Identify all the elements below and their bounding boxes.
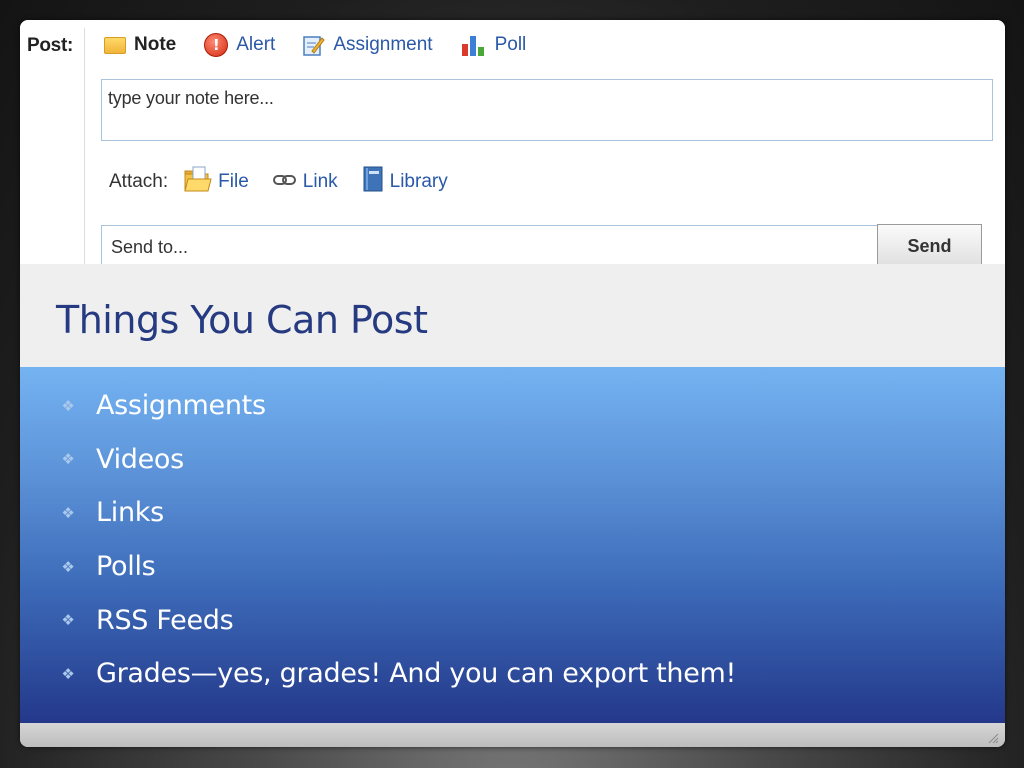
post-composer-screenshot: Post: Note ! Alert Assignment Poll type … <box>20 20 1005 264</box>
resize-grip-icon[interactable] <box>987 731 999 744</box>
bullet-icon: ❖ <box>61 450 75 469</box>
send-to-input[interactable]: Send to... <box>101 225 878 264</box>
tab-alert-label: Alert <box>236 34 276 55</box>
slide: Post: Note ! Alert Assignment Poll type … <box>20 20 1005 747</box>
bullet-icon: ❖ <box>61 664 75 683</box>
assignment-icon <box>303 34 325 56</box>
tab-assignment-label: Assignment <box>333 34 433 55</box>
alert-icon: ! <box>204 33 229 57</box>
slide-footer <box>20 723 1005 747</box>
list-item-text: Grades—yes, grades! And you can export t… <box>96 658 737 690</box>
chain-link-icon <box>272 171 297 193</box>
note-icon <box>104 36 126 54</box>
attach-library-label: Library <box>389 171 448 192</box>
list-item-text: Videos <box>96 443 184 475</box>
list-item-text: RSS Feeds <box>96 604 234 636</box>
attach-link[interactable]: Link <box>272 171 338 193</box>
bullet-icon: ❖ <box>61 503 75 522</box>
tab-assignment[interactable]: Assignment <box>303 34 433 56</box>
bullet-icon: ❖ <box>61 611 75 630</box>
poll-icon <box>461 34 487 56</box>
list-item: ❖ Videos <box>58 433 736 487</box>
list-item-text: Polls <box>96 551 156 583</box>
attach-link-label: Link <box>302 171 338 192</box>
divider <box>84 28 85 264</box>
bullet-icon: ❖ <box>61 396 75 415</box>
note-input[interactable]: type your note here... <box>101 79 993 141</box>
tab-alert[interactable]: ! Alert <box>204 33 275 57</box>
tab-poll[interactable]: Poll <box>461 34 527 56</box>
slide-title: Things You Can Post <box>56 298 428 342</box>
attach-file-label: File <box>218 171 249 192</box>
list-item-text: Assignments <box>96 390 266 422</box>
attach-label: Attach: <box>109 171 169 192</box>
tab-note-label: Note <box>134 34 177 55</box>
folder-icon <box>184 166 212 198</box>
bullet-list: ❖ Assignments ❖ Videos ❖ Links ❖ Polls ❖ RSS … <box>58 379 736 701</box>
bullet-icon: ❖ <box>61 557 75 576</box>
content-area: ❖ Assignments ❖ Videos ❖ Links ❖ Polls ❖ RSS … <box>20 367 1005 723</box>
book-icon <box>362 165 384 199</box>
tab-note[interactable]: Note <box>104 34 176 56</box>
attach-library[interactable]: Library <box>362 165 448 199</box>
list-item-text: Links <box>96 497 164 529</box>
attach-file[interactable]: File <box>184 166 249 198</box>
title-band: Things You Can Post <box>20 264 1005 367</box>
attach-row: Attach: File Link Library <box>109 165 472 199</box>
list-item: ❖ Links <box>58 486 736 540</box>
tab-poll-label: Poll <box>494 34 527 55</box>
list-item: ❖ Assignments <box>58 379 736 433</box>
list-item: ❖ RSS Feeds <box>58 593 736 647</box>
list-item: ❖ Polls <box>58 540 736 594</box>
post-type-tabs: Note ! Alert Assignment Poll <box>104 30 554 60</box>
post-label: Post: <box>27 35 74 56</box>
send-button[interactable]: Send <box>877 224 982 264</box>
list-item: ❖ Grades—yes, grades! And you can export … <box>58 647 736 701</box>
